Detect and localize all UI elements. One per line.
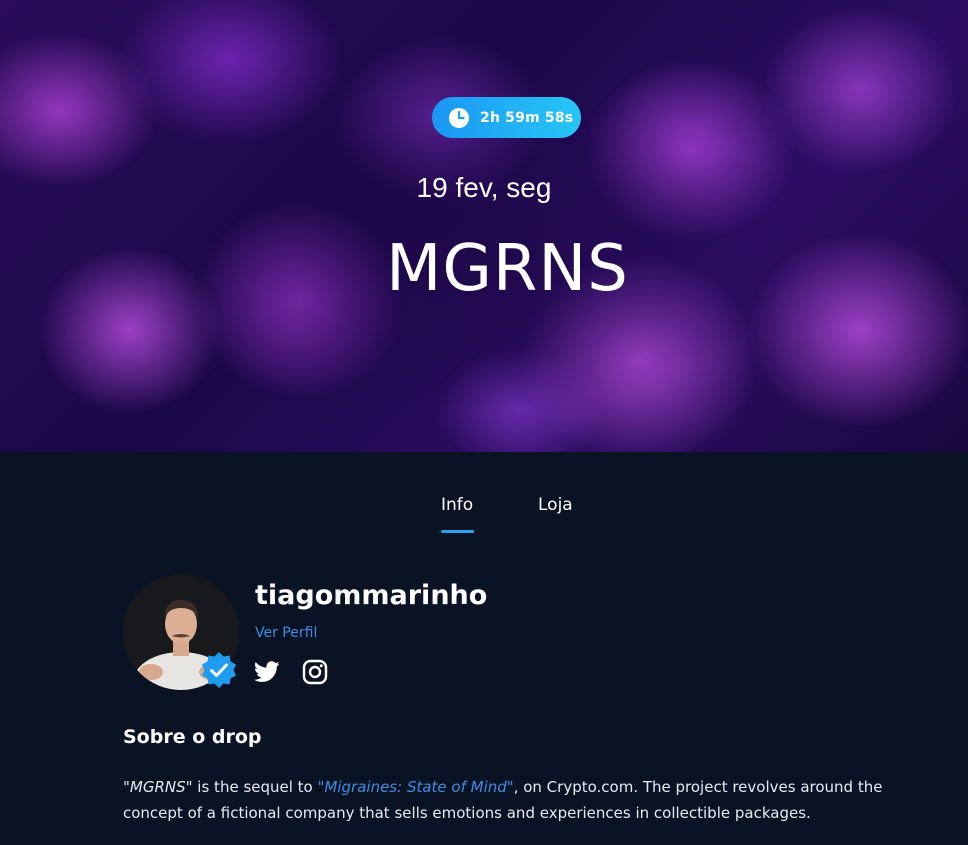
tab-info[interactable]: Info (441, 495, 474, 533)
twitter-icon[interactable] (254, 660, 280, 684)
countdown-text: 2h 59m 58s (480, 109, 574, 126)
profile-username: tiagommarinho (255, 580, 488, 611)
about-heading: Sobre o drop (123, 726, 262, 748)
tab-loja-label: Loja (538, 495, 573, 515)
tab-bar: Info Loja (0, 495, 968, 535)
tab-info-label: Info (441, 495, 474, 515)
countdown-badge: 2h 59m 58s (432, 97, 581, 138)
desc-part1: " is the sequel to (185, 778, 318, 796)
about-description: "MGRNS" is the sequel to "Migraines: Sta… (123, 774, 913, 826)
drop-title: MGRNS (386, 232, 629, 306)
tab-loja[interactable]: Loja (538, 495, 573, 515)
hero-banner: 2h 59m 58s 19 fev, seg MGRNS (0, 0, 968, 452)
instagram-icon[interactable] (302, 659, 328, 685)
desc-drop-name: MGRNS (129, 778, 186, 796)
migraines-link[interactable]: "Migraines: State of Mind" (318, 778, 514, 796)
clock-icon (449, 107, 469, 128)
drop-date: 19 fev, seg (416, 172, 552, 203)
view-profile-link[interactable]: Ver Perfil (255, 625, 317, 641)
desc-quote-open: " (123, 778, 130, 796)
verified-badge-icon (202, 652, 236, 688)
active-tab-indicator (441, 530, 474, 533)
